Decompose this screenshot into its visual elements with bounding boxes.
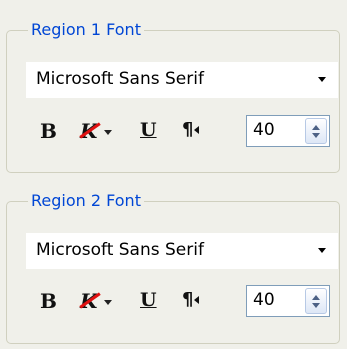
paragraph-direction-button[interactable]: ¶ bbox=[182, 119, 200, 140]
font-color-dropdown-icon[interactable] bbox=[104, 130, 112, 135]
region-1-font-select[interactable]: Microsoft Sans Serif bbox=[26, 62, 338, 98]
paragraph-direction-button[interactable]: ¶ bbox=[182, 289, 200, 310]
chevron-down-icon bbox=[318, 248, 326, 253]
underline-button[interactable]: U bbox=[140, 289, 157, 311]
region-1-font-name: Microsoft Sans Serif bbox=[36, 69, 204, 89]
region-2-size-spinner[interactable]: 40 bbox=[246, 285, 330, 317]
region-1-size-spinner[interactable]: 40 bbox=[246, 115, 330, 147]
spinner-buttons[interactable] bbox=[305, 118, 327, 144]
underline-button[interactable]: U bbox=[140, 119, 157, 141]
bold-button[interactable]: B bbox=[40, 289, 57, 313]
region-1-size-value[interactable]: 40 bbox=[253, 120, 275, 140]
spinner-down-icon[interactable] bbox=[312, 303, 320, 308]
spinner-down-icon[interactable] bbox=[312, 133, 320, 138]
paragraph-direction-icon: ¶ bbox=[182, 289, 194, 310]
paragraph-direction-icon: ¶ bbox=[182, 119, 194, 140]
region-2-size-value[interactable]: 40 bbox=[253, 290, 275, 310]
spinner-up-icon[interactable] bbox=[312, 125, 320, 130]
region-2-font-select[interactable]: Microsoft Sans Serif bbox=[26, 233, 338, 269]
rtl-arrow-icon bbox=[194, 296, 200, 304]
region-2-toolbar: B K U ¶ 40 bbox=[36, 283, 336, 319]
font-color-button[interactable]: K bbox=[79, 289, 116, 315]
spinner-up-icon[interactable] bbox=[312, 295, 320, 300]
font-color-button[interactable]: K bbox=[79, 119, 116, 145]
region-2-font-name: Microsoft Sans Serif bbox=[36, 240, 204, 260]
region-1-title: Region 1 Font bbox=[28, 20, 144, 40]
font-color-dropdown-icon[interactable] bbox=[104, 300, 112, 305]
region-2-groupbox bbox=[6, 201, 340, 344]
chevron-down-icon bbox=[318, 77, 326, 82]
rtl-arrow-icon bbox=[194, 126, 200, 134]
region-1-groupbox bbox=[6, 30, 340, 173]
spinner-buttons[interactable] bbox=[305, 288, 327, 314]
region-1-toolbar: B K U ¶ 40 bbox=[36, 113, 336, 149]
bold-button[interactable]: B bbox=[40, 119, 57, 143]
region-2-title: Region 2 Font bbox=[28, 191, 144, 211]
